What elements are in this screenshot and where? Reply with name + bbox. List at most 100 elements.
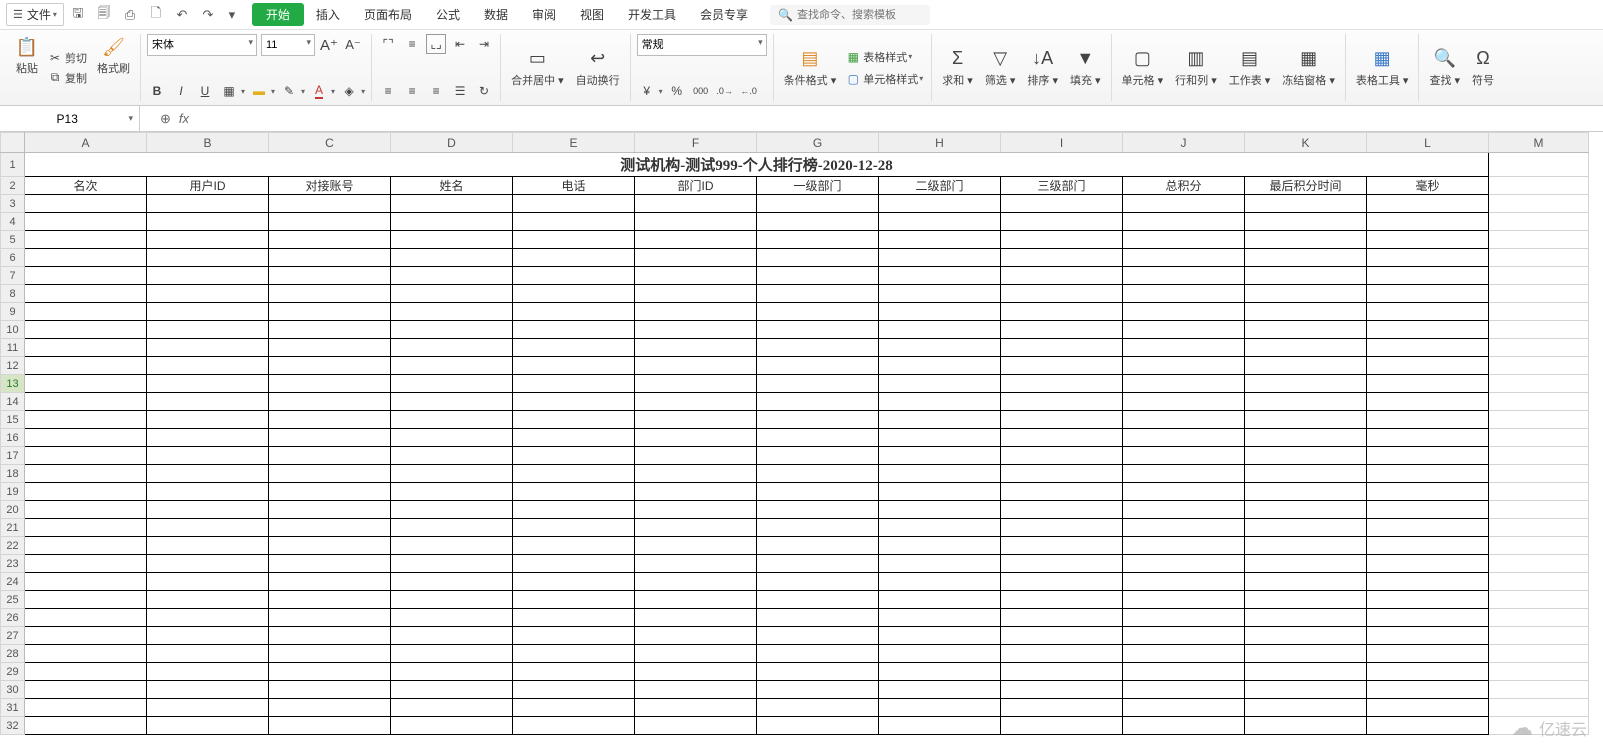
- cell-M31[interactable]: [1489, 699, 1589, 717]
- cell-M12[interactable]: [1489, 357, 1589, 375]
- cell-L12[interactable]: [1367, 357, 1489, 375]
- distribute-icon[interactable]: ☰: [450, 81, 470, 101]
- cell-D32[interactable]: [391, 717, 513, 735]
- cell-K32[interactable]: [1245, 717, 1367, 735]
- cell-J17[interactable]: [1123, 447, 1245, 465]
- cell-B4[interactable]: [147, 213, 269, 231]
- cell-A5[interactable]: [25, 231, 147, 249]
- cell-I3[interactable]: [1001, 195, 1123, 213]
- cell-F16[interactable]: [635, 429, 757, 447]
- cell-L10[interactable]: [1367, 321, 1489, 339]
- cell-K14[interactable]: [1245, 393, 1367, 411]
- cell-B9[interactable]: [147, 303, 269, 321]
- cell-H9[interactable]: [879, 303, 1001, 321]
- cell-E11[interactable]: [513, 339, 635, 357]
- cell-D15[interactable]: [391, 411, 513, 429]
- col-header-A[interactable]: A: [25, 133, 147, 153]
- cell-F18[interactable]: [635, 465, 757, 483]
- cell-H15[interactable]: [879, 411, 1001, 429]
- cell-K30[interactable]: [1245, 681, 1367, 699]
- cell-L21[interactable]: [1367, 519, 1489, 537]
- cell-M27[interactable]: [1489, 627, 1589, 645]
- cell-I29[interactable]: [1001, 663, 1123, 681]
- cell-L8[interactable]: [1367, 285, 1489, 303]
- header-cell-E2[interactable]: 电话: [513, 177, 635, 195]
- cell-K18[interactable]: [1245, 465, 1367, 483]
- cell-A13[interactable]: [25, 375, 147, 393]
- cell-H31[interactable]: [879, 699, 1001, 717]
- row-header-10[interactable]: 10: [1, 321, 25, 339]
- cell-D26[interactable]: [391, 609, 513, 627]
- cell-K6[interactable]: [1245, 249, 1367, 267]
- cell-L29[interactable]: [1367, 663, 1489, 681]
- cell-M5[interactable]: [1489, 231, 1589, 249]
- cell-J12[interactable]: [1123, 357, 1245, 375]
- cell-E16[interactable]: [513, 429, 635, 447]
- cell-A6[interactable]: [25, 249, 147, 267]
- cell-A22[interactable]: [25, 537, 147, 555]
- cell-D31[interactable]: [391, 699, 513, 717]
- row-header-27[interactable]: 27: [1, 627, 25, 645]
- cell-J10[interactable]: [1123, 321, 1245, 339]
- cell-L26[interactable]: [1367, 609, 1489, 627]
- cell-K31[interactable]: [1245, 699, 1367, 717]
- cell-G10[interactable]: [757, 321, 879, 339]
- cell-K27[interactable]: [1245, 627, 1367, 645]
- cell-F10[interactable]: [635, 321, 757, 339]
- cell-A15[interactable]: [25, 411, 147, 429]
- cell-G11[interactable]: [757, 339, 879, 357]
- cell-M1[interactable]: [1489, 153, 1589, 177]
- file-menu-button[interactable]: ☰ 文件 ▾: [6, 3, 64, 26]
- col-header-L[interactable]: L: [1367, 133, 1489, 153]
- cell-F21[interactable]: [635, 519, 757, 537]
- cell-H11[interactable]: [879, 339, 1001, 357]
- cell-D29[interactable]: [391, 663, 513, 681]
- cell-B15[interactable]: [147, 411, 269, 429]
- cell-style-button[interactable]: ▢单元格样式 ▾: [844, 70, 925, 88]
- align-bottom-icon[interactable]: ⌞⌟: [426, 34, 446, 54]
- cell-C10[interactable]: [269, 321, 391, 339]
- indent-decrease-icon[interactable]: ⇤: [450, 34, 470, 54]
- cell-M16[interactable]: [1489, 429, 1589, 447]
- cell-L23[interactable]: [1367, 555, 1489, 573]
- find-button[interactable]: 🔍查找 ▾: [1425, 46, 1464, 90]
- cell-A12[interactable]: [25, 357, 147, 375]
- cell-J28[interactable]: [1123, 645, 1245, 663]
- cell-C29[interactable]: [269, 663, 391, 681]
- cell-F23[interactable]: [635, 555, 757, 573]
- cell-K22[interactable]: [1245, 537, 1367, 555]
- cell-J29[interactable]: [1123, 663, 1245, 681]
- cell-G8[interactable]: [757, 285, 879, 303]
- cell-C20[interactable]: [269, 501, 391, 519]
- row-header-25[interactable]: 25: [1, 591, 25, 609]
- row-header-14[interactable]: 14: [1, 393, 25, 411]
- cell-E29[interactable]: [513, 663, 635, 681]
- row-header-5[interactable]: 5: [1, 231, 25, 249]
- cell-A29[interactable]: [25, 663, 147, 681]
- cell-L3[interactable]: [1367, 195, 1489, 213]
- cell-G31[interactable]: [757, 699, 879, 717]
- cell-J14[interactable]: [1123, 393, 1245, 411]
- cell-L9[interactable]: [1367, 303, 1489, 321]
- cell-C32[interactable]: [269, 717, 391, 735]
- cell-I10[interactable]: [1001, 321, 1123, 339]
- cell-H7[interactable]: [879, 267, 1001, 285]
- cell-K25[interactable]: [1245, 591, 1367, 609]
- cell-H17[interactable]: [879, 447, 1001, 465]
- table-style-button[interactable]: ▦表格样式 ▾: [844, 48, 925, 66]
- cell-A18[interactable]: [25, 465, 147, 483]
- cell-A32[interactable]: [25, 717, 147, 735]
- cell-D22[interactable]: [391, 537, 513, 555]
- cell-E19[interactable]: [513, 483, 635, 501]
- row-header-7[interactable]: 7: [1, 267, 25, 285]
- bold-button[interactable]: B: [147, 81, 167, 101]
- cell-J26[interactable]: [1123, 609, 1245, 627]
- cell-E17[interactable]: [513, 447, 635, 465]
- cell-A25[interactable]: [25, 591, 147, 609]
- col-header-D[interactable]: D: [391, 133, 513, 153]
- cell-I17[interactable]: [1001, 447, 1123, 465]
- cell-C4[interactable]: [269, 213, 391, 231]
- orientation-icon[interactable]: ↻: [474, 81, 494, 101]
- name-box[interactable]: ▾: [0, 106, 140, 131]
- cell-C21[interactable]: [269, 519, 391, 537]
